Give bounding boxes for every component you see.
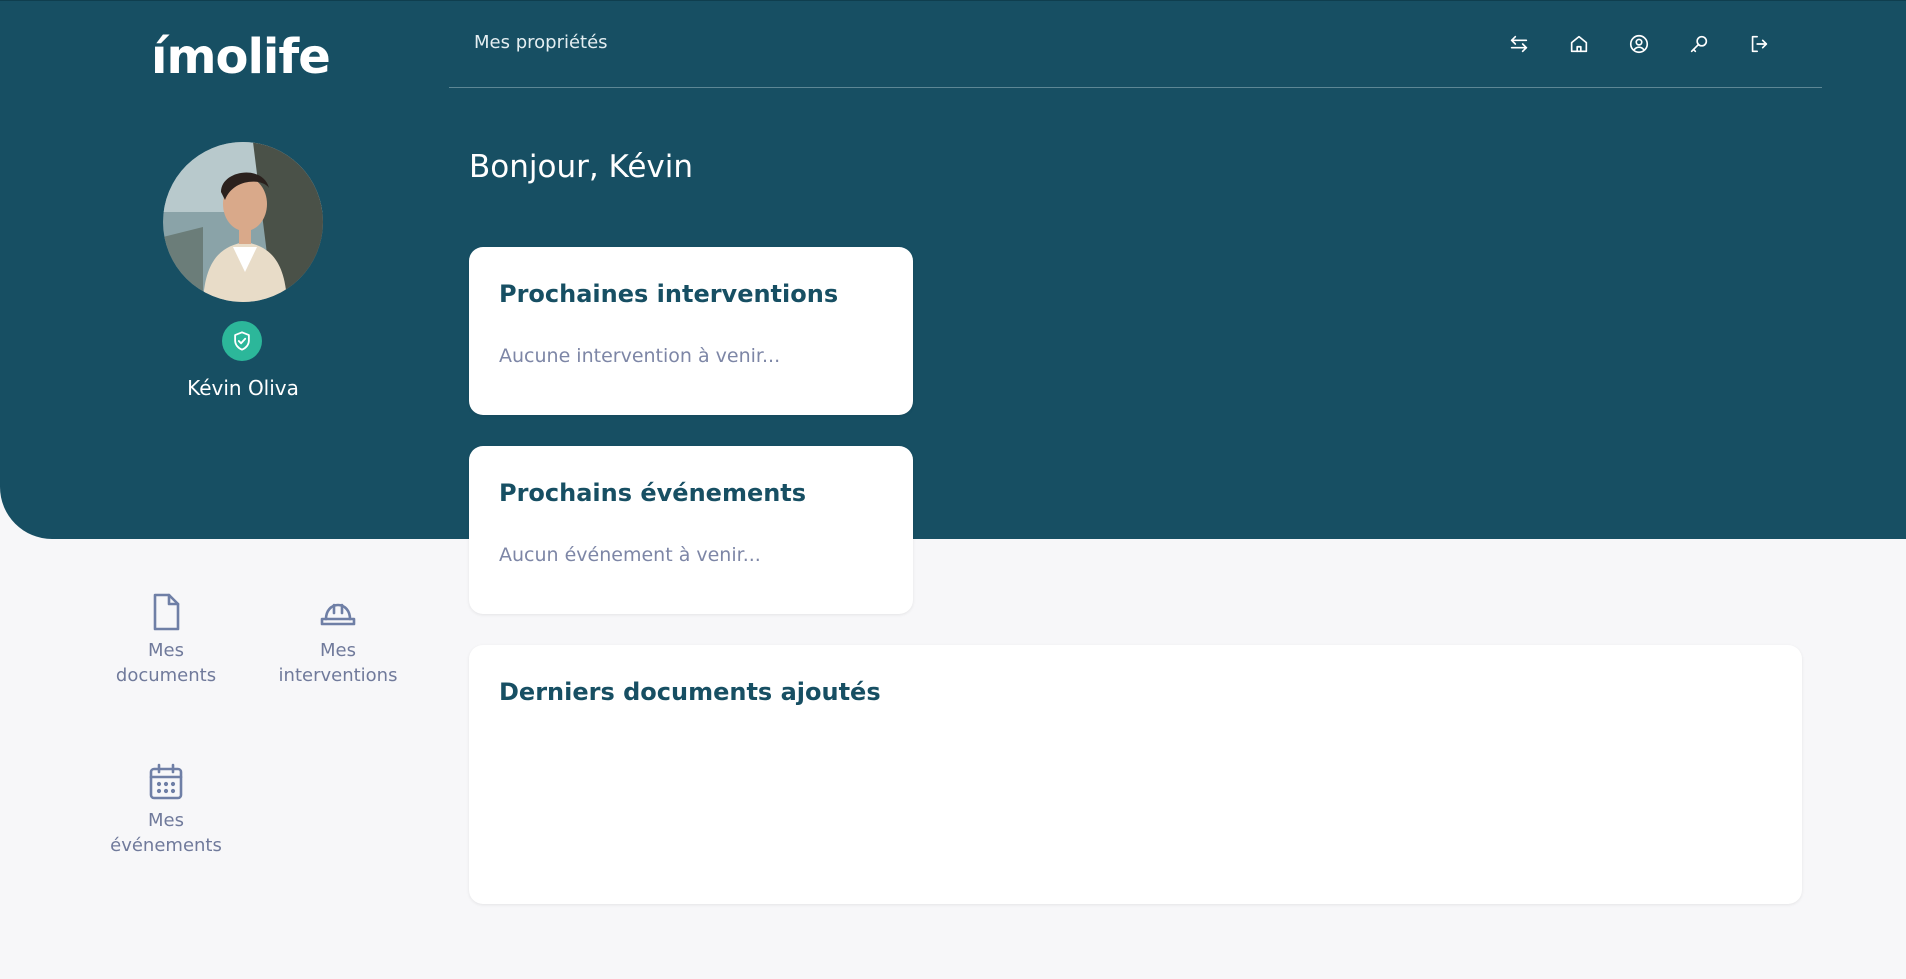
user-circle-icon[interactable]: [1628, 33, 1650, 55]
header-divider: [449, 87, 1822, 88]
recent-documents-card-title: Derniers documents ajoutés: [499, 678, 881, 706]
quick-link-documents[interactable]: Mes documents: [96, 592, 236, 688]
calendar-icon: [146, 762, 186, 802]
quick-link-events-line2: événements: [110, 835, 222, 856]
nav-my-properties-link[interactable]: Mes propriétés: [474, 31, 608, 55]
toolbar-icons: [1508, 33, 1770, 55]
hero-header: ímolife Mes propriétés Kévin Oliva Bonjo…: [0, 0, 1906, 539]
user-name: Kévin Oliva: [187, 376, 299, 400]
quick-link-events-line1: Mes: [148, 810, 184, 831]
interventions-empty-text: Aucune intervention à venir...: [499, 345, 781, 367]
events-card: Prochains événements Aucun événement à v…: [469, 446, 913, 614]
key-icon[interactable]: [1688, 33, 1710, 55]
logout-icon[interactable]: [1748, 33, 1770, 55]
hard-hat-icon: [318, 592, 358, 632]
avatar[interactable]: [163, 142, 323, 302]
recent-documents-card: Derniers documents ajoutés: [469, 645, 1802, 904]
interventions-card-title: Prochaines interventions: [499, 280, 839, 308]
quick-link-interventions-line1: Mes: [320, 640, 356, 661]
quick-link-interventions-line2: interventions: [278, 665, 398, 686]
verified-badge: [222, 321, 262, 361]
page: ímolife Mes propriétés Kévin Oliva Bonjo…: [0, 0, 1906, 979]
document-icon: [146, 592, 186, 632]
home-icon[interactable]: [1568, 33, 1590, 55]
quick-link-documents-line1: Mes: [148, 640, 184, 661]
brand-logo[interactable]: ímolife: [151, 27, 331, 87]
interventions-card: Prochaines interventions Aucune interven…: [469, 247, 913, 415]
quick-link-interventions[interactable]: Mes interventions: [268, 592, 408, 688]
quick-link-events[interactable]: Mes événements: [96, 762, 236, 858]
switch-arrows-icon[interactable]: [1508, 33, 1530, 55]
greeting-heading: Bonjour, Kévin: [469, 149, 694, 185]
events-card-title: Prochains événements: [499, 479, 807, 507]
events-empty-text: Aucun événement à venir...: [499, 544, 761, 566]
quick-link-documents-line2: documents: [115, 665, 217, 686]
